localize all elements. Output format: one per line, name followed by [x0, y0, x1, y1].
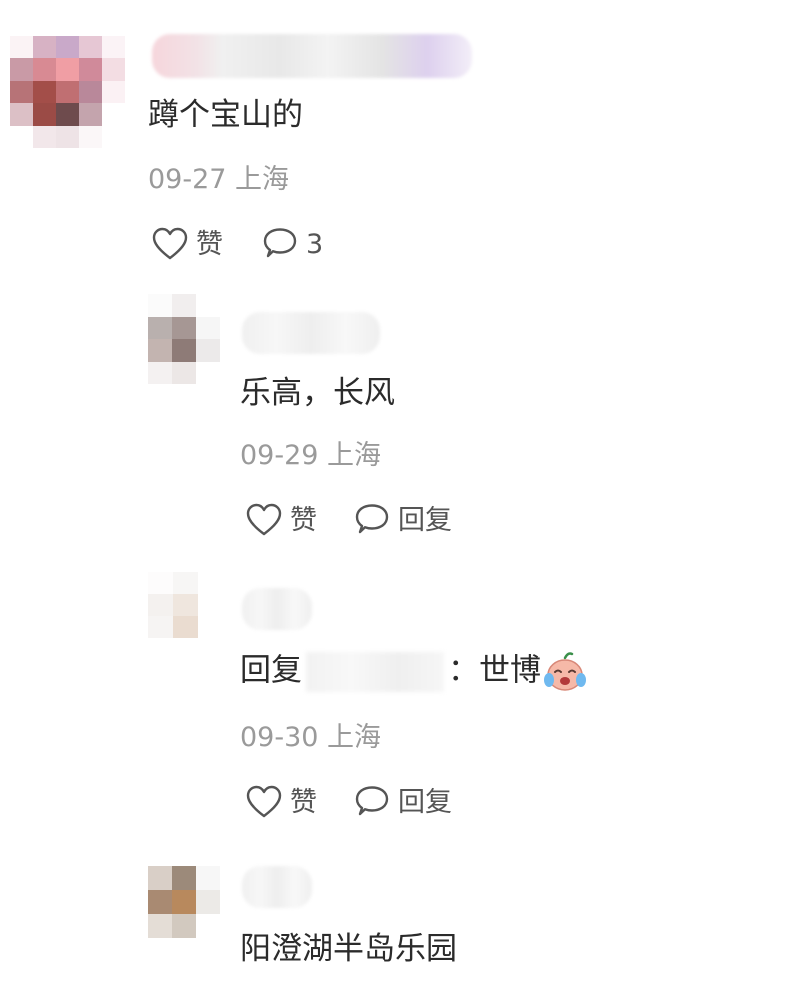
reply-button[interactable]: 回复: [354, 782, 452, 822]
comment-button[interactable]: 3: [262, 224, 323, 264]
like-label: 赞: [290, 504, 317, 536]
like-label: 赞: [196, 228, 223, 260]
reply-body: ：世博: [448, 652, 541, 689]
reply-label: 回复: [398, 504, 452, 536]
like-button[interactable]: 赞: [246, 500, 317, 540]
speech-bubble-icon: [263, 228, 297, 258]
reply-meta: 09-29 上海: [240, 440, 382, 471]
avatar[interactable]: [148, 866, 220, 938]
reply-text: 阳澄湖半岛乐园: [240, 931, 457, 967]
heart-outline-icon: [246, 785, 282, 818]
reply-item: 阳澄湖半岛乐园: [0, 860, 808, 989]
avatar[interactable]: [10, 36, 125, 148]
reply-label: 回复: [398, 786, 452, 818]
comment-meta: 09-27 上海: [148, 164, 290, 195]
comment-item: 蹲个宝山的 09-27 上海 赞 3: [0, 0, 808, 280]
username[interactable]: [242, 312, 380, 354]
username[interactable]: [242, 588, 312, 630]
username[interactable]: [152, 34, 472, 78]
username[interactable]: [242, 866, 312, 908]
reply-text: 乐高，长风: [240, 375, 395, 411]
heart-outline-icon: [246, 503, 282, 536]
reply-item: 回复 ：世博 09-30 上海 赞 回复: [0, 568, 808, 828]
comment-text: 蹲个宝山的: [148, 97, 303, 133]
like-button[interactable]: 赞: [152, 224, 223, 264]
reply-count: 3: [306, 228, 324, 260]
reply-text: 回复 ：世博: [240, 652, 587, 692]
like-label: 赞: [290, 786, 317, 818]
like-button[interactable]: 赞: [246, 782, 317, 822]
avatar[interactable]: [148, 572, 198, 638]
speech-bubble-icon: [355, 786, 389, 816]
reply-prefix: 回复: [240, 652, 302, 689]
avatar[interactable]: [148, 294, 220, 384]
reply-item: 乐高，长风 09-29 上海 赞 回复: [0, 290, 808, 550]
reply-meta: 09-30 上海: [240, 722, 382, 753]
speech-bubble-icon: [355, 504, 389, 534]
reply-button[interactable]: 回复: [354, 500, 452, 540]
crying-laughing-face-icon: [544, 652, 586, 691]
mentioned-username[interactable]: [306, 652, 444, 692]
heart-outline-icon: [152, 227, 188, 260]
